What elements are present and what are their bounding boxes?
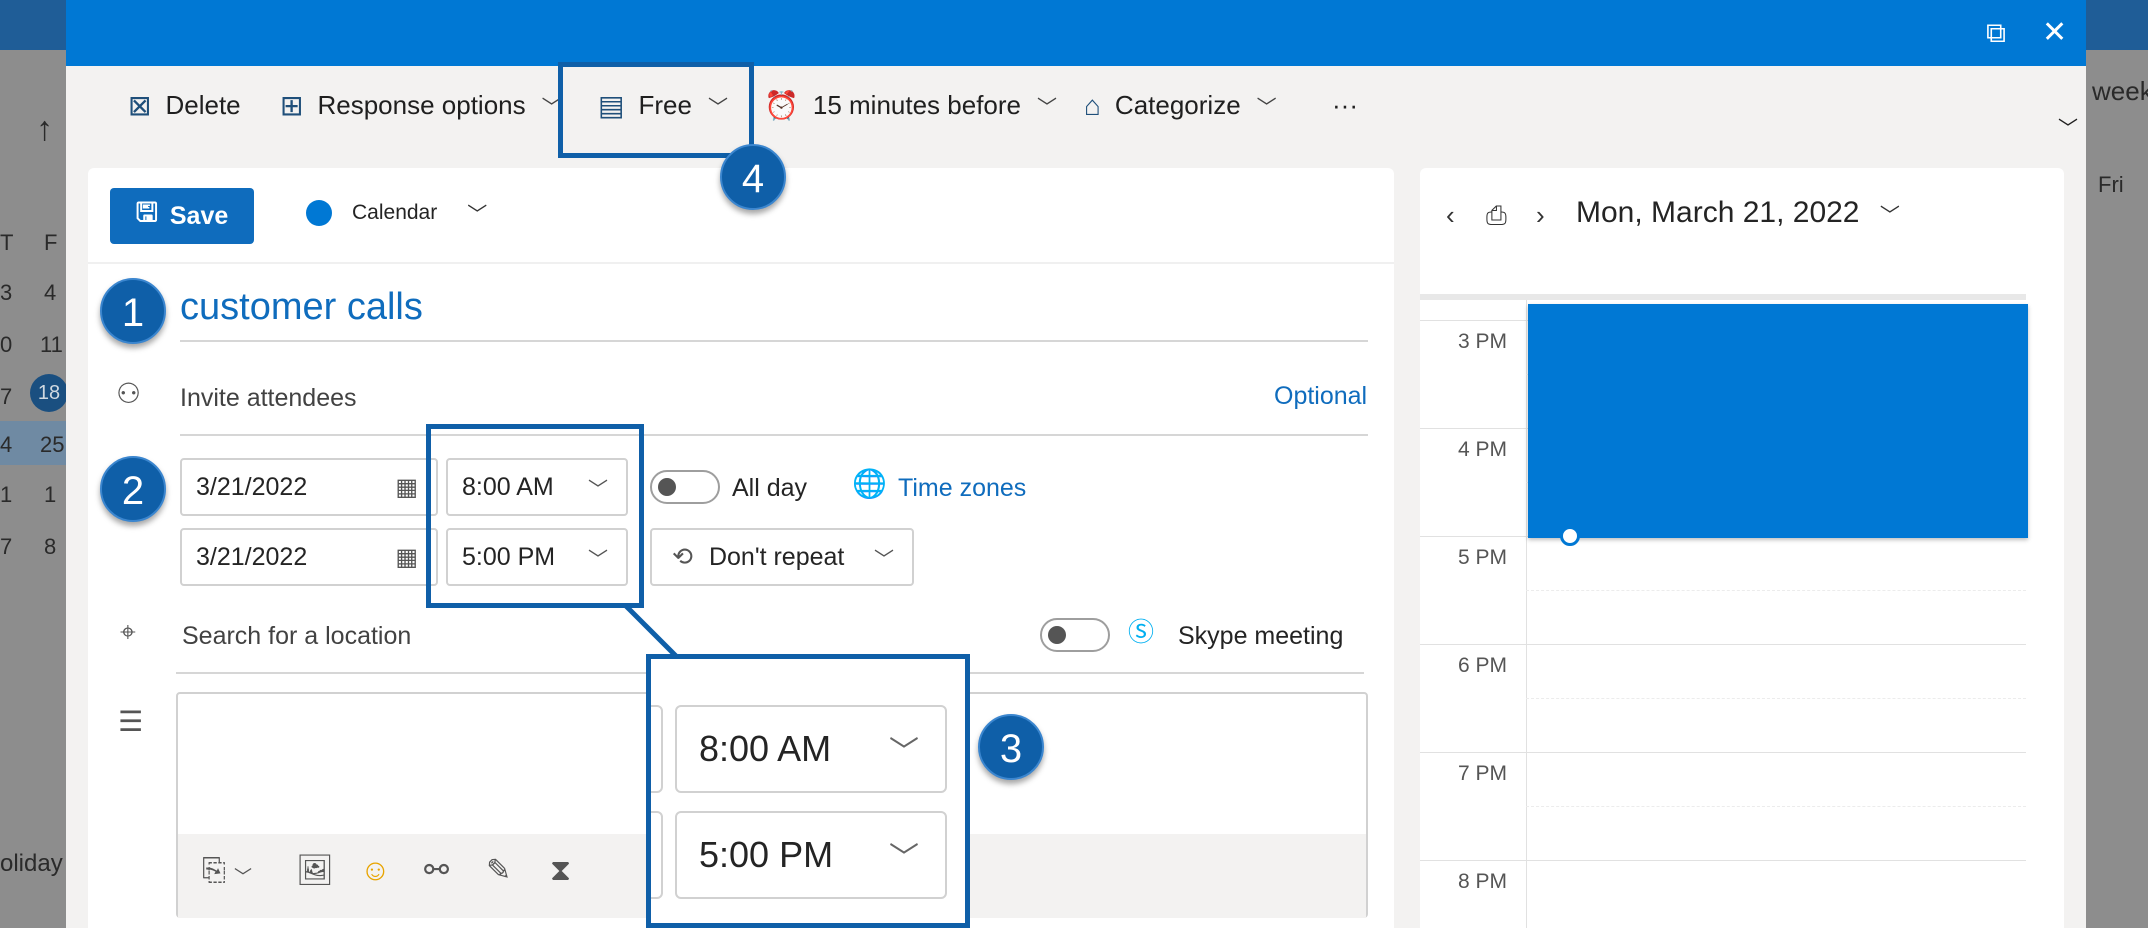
chevron-down-icon: ﹀	[889, 842, 919, 875]
chevron-down-icon: ﹀	[889, 736, 919, 769]
zoom-end-time-value: 5:00 PM	[699, 834, 834, 875]
zoom-field-stub	[651, 811, 663, 899]
zoom-start-time-value: 8:00 AM	[699, 728, 832, 769]
zoom-field-stub	[651, 705, 663, 793]
zoomed-time-callout: 8:00 AM ﹀ 5:00 PM ﹀	[646, 654, 970, 928]
zoom-end-time: 5:00 PM ﹀	[675, 811, 947, 899]
callout-connector	[624, 604, 678, 658]
step-badge-3: 3	[978, 714, 1044, 780]
zoom-start-time: 8:00 AM ﹀	[675, 705, 947, 793]
